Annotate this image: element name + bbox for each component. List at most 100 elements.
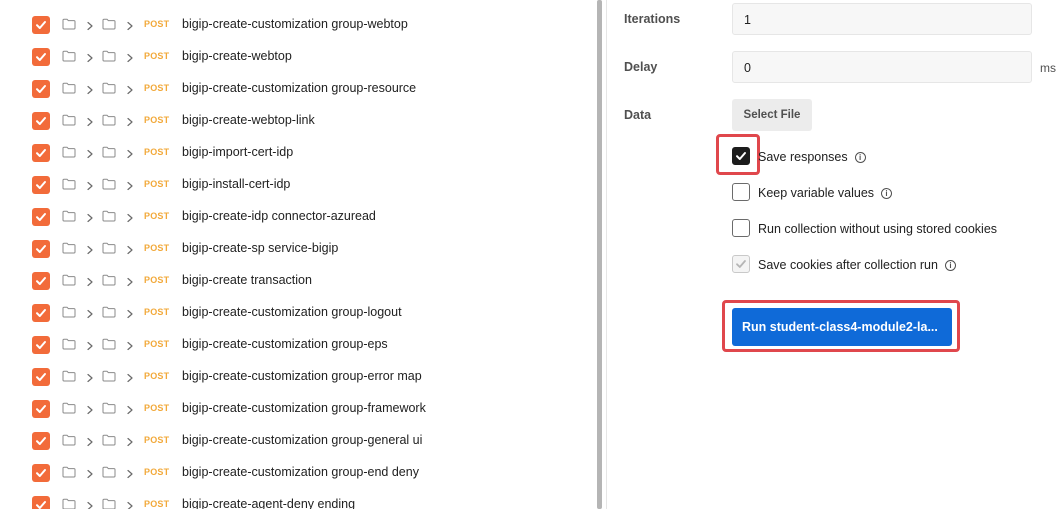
- request-checkbox[interactable]: [32, 432, 50, 450]
- chevron-right-icon[interactable]: [126, 178, 134, 196]
- request-checkbox[interactable]: [32, 304, 50, 322]
- scrollbar[interactable]: [597, 0, 602, 509]
- request-name[interactable]: bigip-create-idp connector-azuread: [182, 209, 376, 223]
- delay-input[interactable]: 0: [732, 51, 1032, 83]
- request-name[interactable]: bigip-import-cert-idp: [182, 145, 293, 159]
- keep-variable-values-checkbox[interactable]: [732, 183, 750, 201]
- request-row[interactable]: POST bigip-create-customization group-err…: [0, 361, 596, 393]
- request-name[interactable]: bigip-create transaction: [182, 273, 312, 287]
- request-name[interactable]: bigip-create-agent-deny ending: [182, 497, 355, 509]
- request-row[interactable]: POST bigip-create-customization group-fra…: [0, 393, 596, 425]
- select-file-button[interactable]: Select File: [732, 99, 812, 131]
- request-name[interactable]: bigip-create-customization group-end den…: [182, 465, 419, 479]
- run-without-cookies-checkbox[interactable]: [732, 219, 750, 237]
- request-row[interactable]: POST bigip-create-idp connector-azuread: [0, 201, 596, 233]
- request-name[interactable]: bigip-create-customization group-framewo…: [182, 401, 426, 415]
- request-row[interactable]: POST bigip-import-cert-idp: [0, 137, 596, 169]
- request-name[interactable]: bigip-create-customization group-error m…: [182, 369, 422, 383]
- request-name[interactable]: bigip-create-customization group-webtop: [182, 17, 408, 31]
- request-checkbox[interactable]: [32, 464, 50, 482]
- request-row[interactable]: POST bigip-create-customization group-web…: [0, 9, 596, 41]
- request-row[interactable]: POST bigip-create-webtop: [0, 41, 596, 73]
- chevron-right-icon[interactable]: [126, 498, 134, 509]
- request-name[interactable]: bigip-create-customization group-eps: [182, 337, 388, 351]
- chevron-right-icon[interactable]: [86, 178, 94, 196]
- request-row[interactable]: POST bigip-create-agent-deny ending: [0, 489, 596, 509]
- chevron-right-icon[interactable]: [126, 242, 134, 260]
- request-checkbox[interactable]: [32, 80, 50, 98]
- request-checkbox[interactable]: [32, 336, 50, 354]
- request-checkbox[interactable]: [32, 208, 50, 226]
- chevron-right-icon[interactable]: [86, 114, 94, 132]
- info-icon[interactable]: i: [881, 187, 893, 199]
- request-checkbox[interactable]: [32, 272, 50, 290]
- chevron-right-icon[interactable]: [126, 18, 134, 36]
- request-checkbox[interactable]: [32, 368, 50, 386]
- chevron-right-icon[interactable]: [126, 370, 134, 388]
- chevron-right-icon[interactable]: [86, 50, 94, 68]
- iterations-input[interactable]: 1: [732, 3, 1032, 35]
- request-checkbox[interactable]: [32, 240, 50, 258]
- folder-icon: [102, 305, 116, 323]
- save-cookies-checkbox[interactable]: [732, 255, 750, 273]
- request-checkbox[interactable]: [32, 144, 50, 162]
- chevron-right-icon[interactable]: [86, 82, 94, 100]
- folder-icon: [102, 17, 116, 35]
- request-row[interactable]: POST bigip-install-cert-idp: [0, 169, 596, 201]
- request-checkbox[interactable]: [32, 496, 50, 509]
- chevron-right-icon[interactable]: [86, 210, 94, 228]
- request-row[interactable]: POST bigip-create transaction: [0, 265, 596, 297]
- request-method: POST: [144, 211, 170, 221]
- run-collection-button[interactable]: Run student-class4-module2-la...: [732, 308, 952, 346]
- chevron-right-icon[interactable]: [86, 402, 94, 420]
- request-row[interactable]: POST bigip-create-customization group-res…: [0, 73, 596, 105]
- request-name[interactable]: bigip-create-customization group-resourc…: [182, 81, 416, 95]
- chevron-right-icon[interactable]: [126, 434, 134, 452]
- request-row[interactable]: POST bigip-create-customization group-gen…: [0, 425, 596, 457]
- save-responses-option: Save responses i: [758, 150, 866, 164]
- chevron-right-icon[interactable]: [126, 50, 134, 68]
- chevron-right-icon[interactable]: [86, 242, 94, 260]
- request-checkbox[interactable]: [32, 112, 50, 130]
- chevron-right-icon[interactable]: [126, 274, 134, 292]
- request-row[interactable]: POST bigip-create-customization group-end…: [0, 457, 596, 489]
- chevron-right-icon[interactable]: [86, 338, 94, 356]
- request-checkbox[interactable]: [32, 176, 50, 194]
- pane-divider: [606, 0, 607, 509]
- request-checkbox[interactable]: [32, 16, 50, 34]
- chevron-right-icon[interactable]: [86, 370, 94, 388]
- request-name[interactable]: bigip-create-webtop: [182, 49, 292, 63]
- chevron-right-icon[interactable]: [86, 466, 94, 484]
- request-name[interactable]: bigip-create-sp service-bigip: [182, 241, 338, 255]
- info-icon[interactable]: i: [944, 259, 956, 271]
- request-row[interactable]: POST bigip-create-sp service-bigip: [0, 233, 596, 265]
- chevron-right-icon[interactable]: [126, 466, 134, 484]
- chevron-right-icon[interactable]: [86, 306, 94, 324]
- save-responses-checkbox[interactable]: [732, 147, 750, 165]
- chevron-right-icon[interactable]: [126, 210, 134, 228]
- chevron-right-icon[interactable]: [126, 338, 134, 356]
- keep-variable-values-option: Keep variable values i: [758, 186, 893, 200]
- request-row[interactable]: POST bigip-create-customization group-eps: [0, 329, 596, 361]
- request-name[interactable]: bigip-create-webtop-link: [182, 113, 315, 127]
- chevron-right-icon[interactable]: [86, 434, 94, 452]
- info-icon[interactable]: i: [854, 151, 866, 163]
- request-row[interactable]: POST bigip-create-webtop-link: [0, 105, 596, 137]
- chevron-right-icon[interactable]: [126, 402, 134, 420]
- chevron-right-icon[interactable]: [86, 146, 94, 164]
- request-row[interactable]: POST bigip-create-customization group-log…: [0, 297, 596, 329]
- chevron-right-icon[interactable]: [86, 274, 94, 292]
- request-method: POST: [144, 467, 170, 477]
- chevron-right-icon[interactable]: [86, 498, 94, 509]
- request-name[interactable]: bigip-create-customization group-logout: [182, 305, 402, 319]
- request-name[interactable]: bigip-install-cert-idp: [182, 177, 290, 191]
- chevron-right-icon[interactable]: [86, 18, 94, 36]
- request-checkbox[interactable]: [32, 400, 50, 418]
- request-checkbox[interactable]: [32, 48, 50, 66]
- request-name[interactable]: bigip-create-customization group-general…: [182, 433, 422, 447]
- chevron-right-icon[interactable]: [126, 114, 134, 132]
- request-method: POST: [144, 51, 170, 61]
- chevron-right-icon[interactable]: [126, 306, 134, 324]
- chevron-right-icon[interactable]: [126, 146, 134, 164]
- chevron-right-icon[interactable]: [126, 82, 134, 100]
